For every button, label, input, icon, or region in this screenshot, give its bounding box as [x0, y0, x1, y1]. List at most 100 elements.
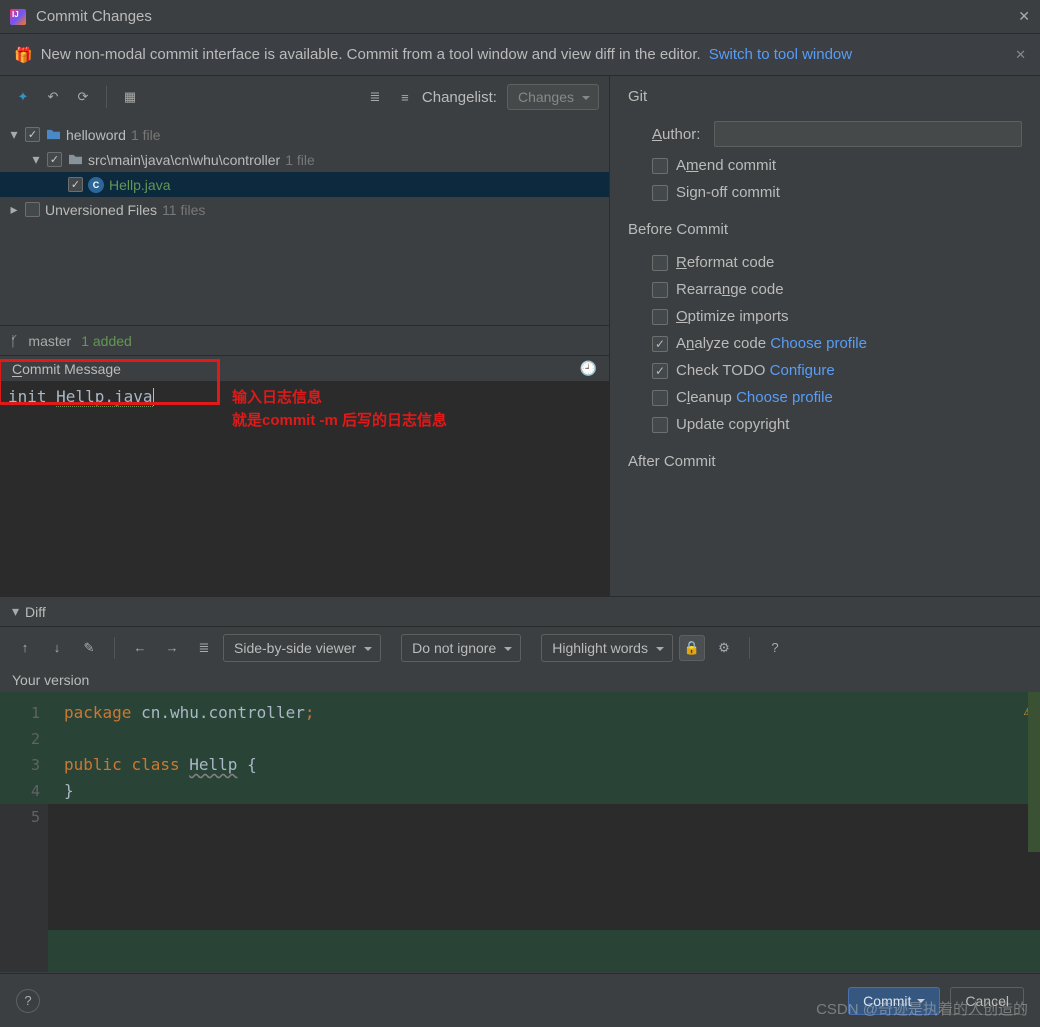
group-icon[interactable]: ▦ [117, 84, 143, 110]
gift-icon: 🎁 [14, 46, 33, 64]
window-title: Commit Changes [36, 8, 152, 25]
app-icon [10, 9, 26, 25]
git-section-title: Git [628, 88, 1022, 105]
chevron-down-icon[interactable]: ▾ [30, 151, 42, 168]
list-icon[interactable]: ≣ [191, 635, 217, 661]
after-commit-title: After Commit [628, 453, 1022, 470]
choose-profile-link[interactable]: Choose profile [736, 389, 833, 406]
tree-folder[interactable]: ▾ src\main\java\cn\whu\controller 1 file [0, 147, 609, 172]
choose-profile-link[interactable]: Choose profile [770, 335, 867, 352]
tree-meta: 11 files [162, 202, 205, 218]
dialog-footer: ? Commit Cancel [0, 973, 1040, 1027]
added-count: 1 added [81, 333, 132, 349]
banner-close-icon[interactable]: ✕ [1015, 47, 1026, 63]
checkbox[interactable] [25, 127, 40, 142]
refresh-icon[interactable]: ✦ [10, 84, 36, 110]
changelist-label: Changelist: [422, 89, 497, 106]
chevron-right-icon[interactable]: ▸ [8, 201, 20, 218]
cleanup-checkbox[interactable] [652, 390, 668, 406]
collapse-icon[interactable]: ≡ [392, 84, 418, 110]
info-banner: 🎁 New non-modal commit interface is avai… [0, 34, 1040, 76]
annotation-text-2: 就是commit -m 后写的日志信息 [232, 409, 447, 430]
status-bar: ᚶ master 1 added [0, 325, 609, 355]
tree-label: src\main\java\cn\whu\controller [88, 152, 280, 168]
commit-message-label: Commit Message 🕘 [0, 355, 609, 381]
rearrange-label: Rearrange code [676, 281, 784, 298]
folder-icon [45, 127, 61, 143]
signoff-checkbox[interactable] [652, 185, 668, 201]
analyze-checkbox[interactable] [652, 336, 668, 352]
nav-back-icon[interactable]: ← [127, 635, 153, 661]
changes-toolbar: ✦ ↶ ⟳ ▦ ≣ ≡ Changelist: Changes [0, 76, 609, 118]
copyright-label: Update copyright [676, 416, 789, 433]
titlebar: Commit Changes ✕ [0, 0, 1040, 34]
ignore-select[interactable]: Do not ignore [401, 634, 521, 662]
help-icon[interactable]: ? [762, 635, 788, 661]
tree-label: helloword [66, 127, 126, 143]
line-gutter: 1234 5 [0, 692, 48, 972]
close-icon[interactable]: ✕ [1018, 8, 1030, 25]
tree-unversioned[interactable]: ▸ Unversioned Files 11 files [0, 197, 609, 222]
help-button[interactable]: ? [16, 989, 40, 1013]
version-label: Your version [0, 668, 1040, 692]
author-label: Author: [652, 126, 700, 143]
rearrange-checkbox[interactable] [652, 282, 668, 298]
diff-toolbar: ↑ ↓ ✎ ← → ≣ Side-by-side viewer Do not i… [0, 626, 1040, 668]
checkbox[interactable] [47, 152, 62, 167]
tree-label: Unversioned Files [45, 202, 157, 218]
chevron-down-icon[interactable]: ▾ [8, 126, 20, 143]
branch-name: master [28, 333, 71, 349]
edit-icon[interactable]: ✎ [76, 635, 102, 661]
prev-diff-icon[interactable]: ↑ [12, 635, 38, 661]
checkbox[interactable] [25, 202, 40, 217]
diff-header[interactable]: ▾ Diff [0, 596, 1040, 626]
tree-label: Hellp.java [109, 177, 170, 193]
annotation-text-1: 输入日志信息 [232, 386, 322, 407]
highlight-select[interactable]: Highlight words [541, 634, 673, 662]
tree-meta: 1 file [131, 127, 161, 143]
optimize-checkbox[interactable] [652, 309, 668, 325]
sync-icon[interactable]: ⟳ [70, 84, 96, 110]
class-icon: C [88, 177, 104, 193]
amend-label: Amend commit [676, 157, 776, 174]
expand-icon[interactable]: ≣ [362, 84, 388, 110]
amend-checkbox[interactable] [652, 158, 668, 174]
branch-icon: ᚶ [10, 333, 18, 349]
history-icon[interactable]: 🕘 [580, 360, 597, 377]
todo-label: Check TODO Configure [676, 362, 835, 379]
cleanup-label: Cleanup Choose profile [676, 389, 833, 406]
reformat-label: Reformat code [676, 254, 774, 271]
changelist-select[interactable]: Changes [507, 84, 599, 110]
author-input[interactable] [714, 121, 1022, 147]
commit-message-text: init Hellp.java [8, 387, 153, 407]
before-commit-title: Before Commit [628, 221, 1022, 238]
signoff-label: Sign-off commit [676, 184, 780, 201]
gear-icon[interactable]: ⚙ [711, 635, 737, 661]
reformat-checkbox[interactable] [652, 255, 668, 271]
lock-icon[interactable]: 🔒 [679, 635, 705, 661]
undo-icon[interactable]: ↶ [40, 84, 66, 110]
scroll-marker [1028, 692, 1040, 852]
code-viewer[interactable]: 1234 5 package cn.whu.controller; public… [0, 692, 1040, 972]
tree-meta: 1 file [285, 152, 315, 168]
folder-icon [67, 152, 83, 168]
nav-fwd-icon[interactable]: → [159, 635, 185, 661]
configure-link[interactable]: Configure [770, 362, 835, 379]
checkbox[interactable] [68, 177, 83, 192]
viewer-select[interactable]: Side-by-side viewer [223, 634, 381, 662]
copyright-checkbox[interactable] [652, 417, 668, 433]
changes-tree[interactable]: ▾ helloword 1 file ▾ src\main\java\cn\wh… [0, 118, 609, 325]
todo-checkbox[interactable] [652, 363, 668, 379]
next-diff-icon[interactable]: ↓ [44, 635, 70, 661]
tree-root[interactable]: ▾ helloword 1 file [0, 122, 609, 147]
options-panel: Git Author: Amend commit Sign-off commit… [610, 76, 1040, 596]
commit-button[interactable]: Commit [848, 987, 940, 1015]
diff-section: ▾ Diff ↑ ↓ ✎ ← → ≣ Side-by-side viewer D… [0, 596, 1040, 972]
cancel-button[interactable]: Cancel [950, 987, 1024, 1015]
tree-file-selected[interactable]: C Hellp.java [0, 172, 609, 197]
commit-message-input[interactable]: init Hellp.java 输入日志信息 就是commit -m 后写的日志… [0, 381, 609, 596]
banner-text: New non-modal commit interface is availa… [41, 46, 701, 63]
analyze-label: Analyze code Choose profile [676, 335, 867, 352]
chevron-down-icon[interactable]: ▾ [12, 603, 19, 620]
banner-link[interactable]: Switch to tool window [709, 46, 852, 63]
